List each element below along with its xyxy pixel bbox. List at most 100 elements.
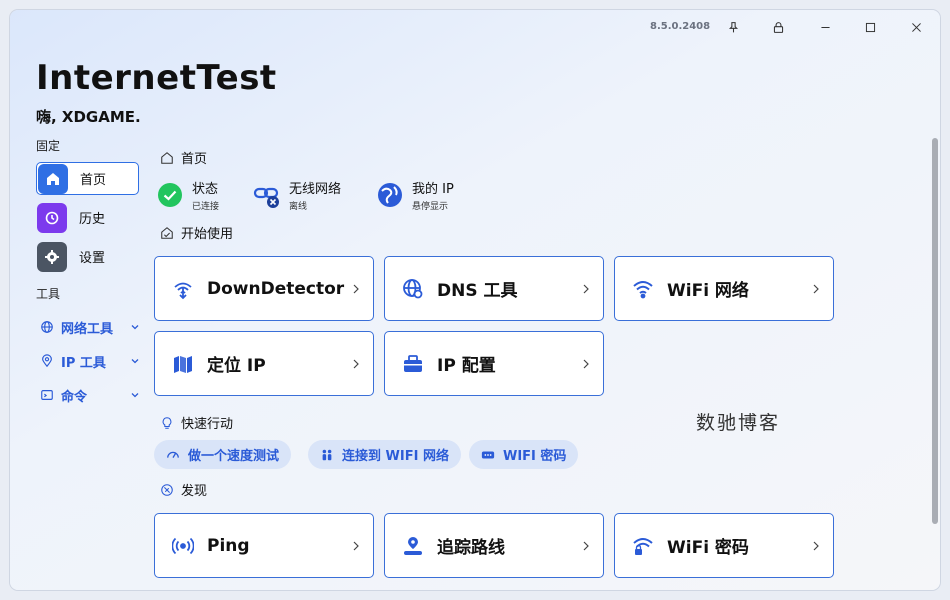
people-icon (322, 449, 332, 460)
card-trace-route[interactable]: 追踪路线 (384, 513, 604, 578)
card-dns-tools[interactable]: DNS 工具 (384, 256, 604, 321)
globe-person-icon (376, 181, 404, 209)
card-trace-route-label: 追踪路线 (437, 538, 505, 558)
tool-ip-tools-label: IP 工具 (61, 355, 106, 371)
app-title: InternetTest (36, 58, 277, 98)
chevron-right-icon (583, 284, 589, 294)
chevron-right-icon (353, 359, 359, 369)
quick-action-wifi-password-label: WIFI 密码 (503, 449, 567, 464)
getting-started-title: 开始使用 (181, 227, 234, 242)
quick-action-speed-test[interactable]: 做一个速度测试 (154, 440, 292, 469)
status-connection: 状态 已连接 (156, 178, 219, 212)
card-ping[interactable]: Ping (154, 513, 374, 578)
wifi-lock-icon (631, 534, 655, 558)
card-wifi-networks-label: WiFi 网络 (667, 281, 749, 301)
tool-ip-tools[interactable]: IP 工具 (40, 350, 140, 372)
quick-action-connect-wifi-label: 连接到 WIFI 网络 (342, 449, 449, 464)
chevron-down-icon (131, 359, 139, 364)
password-icon (481, 451, 495, 458)
quick-action-connect-wifi[interactable]: 连接到 WIFI 网络 (308, 440, 461, 469)
card-dns-tools-label: DNS 工具 (437, 281, 518, 301)
discover-header: 发现 (160, 480, 207, 499)
home-section-title: 首页 (181, 152, 208, 167)
card-ip-config-label: IP 配置 (437, 356, 496, 376)
dns-globe-icon (401, 277, 425, 301)
card-ping-label: Ping (207, 535, 250, 556)
lock-button[interactable] (763, 14, 793, 40)
start-icon (161, 226, 173, 239)
terminal-icon (41, 390, 53, 400)
history-icon (37, 202, 67, 233)
my-ip-value: 悬停显示 (412, 202, 449, 212)
home-section-header: 首页 (160, 148, 207, 167)
status-value: 已连接 (192, 202, 220, 212)
card-downdetector-label: DownDetector (207, 278, 345, 299)
signal-down-icon (171, 277, 195, 301)
card-wifi-password[interactable]: WiFi 密码 (614, 513, 834, 578)
lightbulb-icon (162, 416, 172, 429)
title-bar: 8.5.0.2408 (10, 10, 940, 44)
chevron-right-icon (583, 541, 589, 551)
nav-item-history[interactable]: 历史 (36, 201, 139, 234)
chevron-right-icon (813, 284, 819, 294)
quick-actions-title: 快速行动 (181, 417, 234, 432)
nav-item-settings-label: 设置 (79, 251, 106, 266)
card-locate-ip[interactable]: 定位 IP (154, 331, 374, 396)
globe-icon (41, 321, 53, 333)
watermark-text: 数驰博客 (696, 412, 781, 434)
wifi-icon (631, 277, 655, 301)
card-wifi-password-label: WiFi 密码 (667, 538, 749, 558)
maximize-button[interactable] (855, 14, 885, 40)
tool-network-tools[interactable]: 网络工具 (40, 316, 140, 338)
version-label: 8.5.0.2408 (650, 21, 711, 32)
home-outline-icon (161, 151, 173, 164)
speed-gauge-icon (167, 451, 179, 458)
my-ip-title: 我的 IP (412, 182, 454, 197)
maximize-icon (865, 22, 875, 32)
check-circle-icon (156, 181, 184, 209)
quick-action-speed-test-label: 做一个速度测试 (188, 449, 280, 464)
nav-item-home[interactable]: 首页 (36, 162, 139, 195)
wireless-title: 无线网络 (289, 182, 342, 197)
minimize-button[interactable] (810, 14, 840, 40)
chevron-right-icon (813, 541, 819, 551)
card-wifi-networks[interactable]: WiFi 网络 (614, 256, 834, 321)
nav-item-history-label: 历史 (79, 212, 106, 227)
pin-icon (728, 21, 738, 32)
greeting-text: 嗨, XDGAME. (36, 108, 141, 126)
getting-started-header: 开始使用 (160, 223, 233, 242)
broadcast-icon (171, 534, 195, 558)
status-wireless: 无线网络 离线 (253, 178, 341, 212)
tool-commands[interactable]: 命令 (40, 384, 140, 406)
card-downdetector[interactable]: DownDetector (154, 256, 374, 321)
lock-icon (773, 21, 783, 33)
app-window: 8.5.0.2408 InternetTest 嗨, XDGAME. 固定 首页… (10, 10, 940, 590)
gear-icon (37, 241, 67, 272)
close-icon (911, 22, 921, 32)
map-icon (171, 352, 195, 376)
route-pin-icon (401, 534, 425, 558)
discover-title: 发现 (181, 484, 208, 499)
vertical-scrollbar[interactable] (932, 138, 938, 524)
nav-item-settings[interactable]: 设置 (36, 240, 139, 273)
toolbox-icon (401, 352, 425, 376)
chevron-right-icon (353, 284, 359, 294)
pinned-section-label: 固定 (36, 139, 61, 153)
pin-button[interactable] (718, 14, 748, 40)
tool-network-tools-label: 网络工具 (61, 321, 114, 337)
chevron-right-icon (353, 541, 359, 551)
minimize-icon (820, 26, 830, 28)
chevron-right-icon (583, 359, 589, 369)
link-off-icon (253, 181, 281, 209)
close-button[interactable] (901, 14, 931, 40)
wireless-value: 离线 (289, 202, 308, 212)
home-icon (38, 163, 68, 194)
nav-item-home-label: 首页 (80, 173, 107, 188)
tools-section-label: 工具 (36, 287, 61, 301)
quick-action-wifi-password[interactable]: WIFI 密码 (469, 440, 579, 469)
chevron-down-icon (131, 393, 139, 398)
card-ip-config[interactable]: IP 配置 (384, 331, 604, 396)
location-pin-icon (42, 354, 52, 368)
status-my-ip[interactable]: 我的 IP 悬停显示 (376, 178, 454, 212)
compass-icon (161, 483, 173, 496)
